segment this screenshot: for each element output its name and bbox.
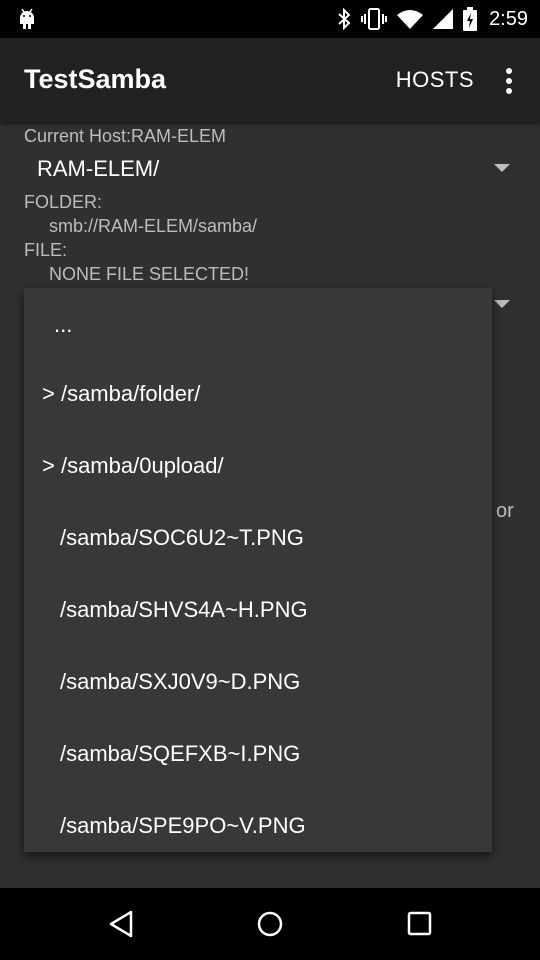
file-dropdown-list: ... > /samba/folder/ > /samba/0upload/ /… [24, 288, 492, 852]
partial-text: or [496, 500, 514, 522]
signal-icon [433, 9, 454, 29]
file-spinner-chevron-icon[interactable] [494, 300, 510, 308]
vibrate-icon [361, 7, 388, 31]
android-icon [16, 8, 38, 35]
file-value: NONE FILE SELECTED! [49, 264, 250, 284]
status-clock: 2:59 [489, 7, 528, 30]
host-spinner-value: RAM-ELEM/ [37, 156, 160, 181]
wifi-icon [397, 9, 424, 29]
current-host-label: Current Host:RAM-ELEM [24, 126, 227, 146]
folder-label: FOLDER: [24, 192, 103, 212]
list-item[interactable]: /samba/SQEFXB~I.PNG [24, 721, 492, 793]
overflow-menu-icon[interactable] [506, 68, 514, 98]
list-item[interactable]: > /samba/folder/ [24, 361, 492, 433]
bluetooth-icon [337, 7, 351, 31]
chevron-down-icon [494, 164, 510, 172]
app-bar: TestSamba HOSTS [0, 38, 540, 122]
back-icon[interactable] [108, 910, 134, 938]
recents-icon[interactable] [407, 910, 433, 938]
list-item[interactable]: /samba/SOC6U2~T.PNG [24, 505, 492, 577]
list-item[interactable]: /samba/SHVS4A~H.PNG [24, 577, 492, 649]
app-title: TestSamba [24, 64, 167, 94]
battery-icon [463, 7, 478, 31]
file-label: FILE: [24, 240, 68, 260]
list-item[interactable]: /samba/SXJ0V9~D.PNG [24, 649, 492, 721]
navigation-bar [0, 888, 540, 960]
folder-value: smb://RAM-ELEM/samba/ [49, 216, 258, 236]
hosts-button[interactable]: HOSTS [396, 67, 474, 93]
host-spinner[interactable]: RAM-ELEM/ [24, 152, 520, 188]
status-bar: 2:59 [0, 0, 540, 38]
list-item[interactable]: ... [24, 292, 492, 364]
list-item[interactable]: /samba/SPE9PO~V.PNG [24, 793, 492, 852]
home-icon[interactable] [256, 910, 284, 938]
list-item[interactable]: > /samba/0upload/ [24, 433, 492, 505]
